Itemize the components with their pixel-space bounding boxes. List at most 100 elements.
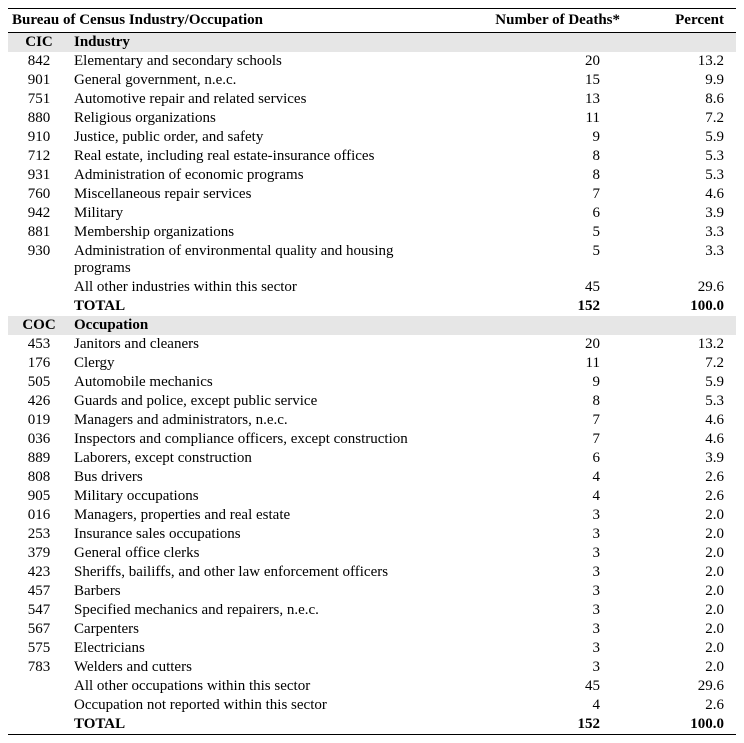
row-label: Automotive repair and related services: [70, 90, 446, 109]
row-label: General office clerks: [70, 544, 446, 563]
row-label: Miscellaneous repair services: [70, 185, 446, 204]
row-deaths: 15: [446, 71, 640, 90]
table-row: 931Administration of economic programs85…: [8, 166, 736, 185]
row-label: Welders and cutters: [70, 658, 446, 677]
row-percent: 2.0: [640, 620, 736, 639]
row-percent: 2.0: [640, 563, 736, 582]
row-percent: 5.9: [640, 128, 736, 147]
row-code: 881: [8, 223, 70, 242]
row-deaths: 3: [446, 582, 640, 601]
section-code-header: COC: [8, 316, 70, 335]
table-row: 808Bus drivers42.6: [8, 468, 736, 487]
header-deaths: Number of Deaths*: [446, 9, 640, 33]
section-label-header: Occupation: [70, 316, 446, 335]
row-percent: 2.0: [640, 601, 736, 620]
section-header-row: CICIndustry: [8, 33, 736, 53]
row-deaths: 45: [446, 278, 640, 297]
header-percent: Percent: [640, 9, 736, 33]
row-code: [8, 696, 70, 715]
row-code: 379: [8, 544, 70, 563]
row-code: 931: [8, 166, 70, 185]
row-label: Specified mechanics and repairers, n.e.c…: [70, 601, 446, 620]
row-code: 842: [8, 52, 70, 71]
row-percent: 2.0: [640, 658, 736, 677]
row-deaths: 20: [446, 52, 640, 71]
total-row: TOTAL152100.0: [8, 715, 736, 735]
row-code: 457: [8, 582, 70, 601]
table-row: 253Insurance sales occupations32.0: [8, 525, 736, 544]
row-percent: 3.9: [640, 449, 736, 468]
table-row: 457Barbers32.0: [8, 582, 736, 601]
table-row: 905Military occupations42.6: [8, 487, 736, 506]
table-row: 567Carpenters32.0: [8, 620, 736, 639]
section-label-header: Industry: [70, 33, 446, 53]
row-label: Administration of economic programs: [70, 166, 446, 185]
row-percent: 29.6: [640, 677, 736, 696]
row-label: Electricians: [70, 639, 446, 658]
row-percent: 5.3: [640, 166, 736, 185]
row-code: 942: [8, 204, 70, 223]
row-deaths: 3: [446, 563, 640, 582]
row-deaths: 6: [446, 449, 640, 468]
row-percent: 2.0: [640, 582, 736, 601]
row-percent: 2.0: [640, 525, 736, 544]
row-deaths: 4: [446, 468, 640, 487]
row-label: Guards and police, except public service: [70, 392, 446, 411]
row-label: All other industries within this sector: [70, 278, 446, 297]
total-deaths: 152: [446, 715, 640, 735]
table-row: All other industries within this sector4…: [8, 278, 736, 297]
header-row: Bureau of Census Industry/Occupation Num…: [8, 9, 736, 33]
table-row: 379General office clerks32.0: [8, 544, 736, 563]
table-row: 036Inspectors and compliance officers, e…: [8, 430, 736, 449]
table-row: 176Clergy117.2: [8, 354, 736, 373]
row-label: Occupation not reported within this sect…: [70, 696, 446, 715]
table-row: 751Automotive repair and related service…: [8, 90, 736, 109]
row-deaths: 11: [446, 109, 640, 128]
row-percent: 29.6: [640, 278, 736, 297]
row-code: 783: [8, 658, 70, 677]
row-deaths: 3: [446, 544, 640, 563]
row-code: [8, 278, 70, 297]
row-percent: 3.3: [640, 242, 736, 278]
row-deaths: 3: [446, 639, 640, 658]
row-code: 453: [8, 335, 70, 354]
row-deaths: 3: [446, 601, 640, 620]
row-percent: 5.3: [640, 392, 736, 411]
row-code: 253: [8, 525, 70, 544]
row-code: 910: [8, 128, 70, 147]
total-label: TOTAL: [70, 297, 446, 316]
row-label: Sheriffs, bailiffs, and other law enforc…: [70, 563, 446, 582]
row-code: 905: [8, 487, 70, 506]
row-label: Military occupations: [70, 487, 446, 506]
row-label: Religious organizations: [70, 109, 446, 128]
table-row: 880Religious organizations117.2: [8, 109, 736, 128]
row-percent: 5.3: [640, 147, 736, 166]
row-percent: 9.9: [640, 71, 736, 90]
total-row: TOTAL152100.0: [8, 297, 736, 316]
row-deaths: 4: [446, 487, 640, 506]
row-label: Justice, public order, and safety: [70, 128, 446, 147]
table-row: All other occupations within this sector…: [8, 677, 736, 696]
row-code: 808: [8, 468, 70, 487]
row-deaths: 3: [446, 620, 640, 639]
row-code: 505: [8, 373, 70, 392]
row-deaths: 3: [446, 506, 640, 525]
section-header-row: COCOccupation: [8, 316, 736, 335]
row-deaths: 20: [446, 335, 640, 354]
row-deaths: 45: [446, 677, 640, 696]
table-row: 760Miscellaneous repair services74.6: [8, 185, 736, 204]
row-deaths: 5: [446, 242, 640, 278]
table-row: 423Sheriffs, bailiffs, and other law enf…: [8, 563, 736, 582]
table-row: 712Real estate, including real estate-in…: [8, 147, 736, 166]
table-row: 016Managers, properties and real estate3…: [8, 506, 736, 525]
row-label: Elementary and secondary schools: [70, 52, 446, 71]
row-label: General government, n.e.c.: [70, 71, 446, 90]
row-percent: 5.9: [640, 373, 736, 392]
row-label: Real estate, including real estate-insur…: [70, 147, 446, 166]
row-code: 575: [8, 639, 70, 658]
row-code: 423: [8, 563, 70, 582]
row-percent: 4.6: [640, 430, 736, 449]
row-code: 901: [8, 71, 70, 90]
table-row: 505Automobile mechanics95.9: [8, 373, 736, 392]
row-deaths: 8: [446, 392, 640, 411]
